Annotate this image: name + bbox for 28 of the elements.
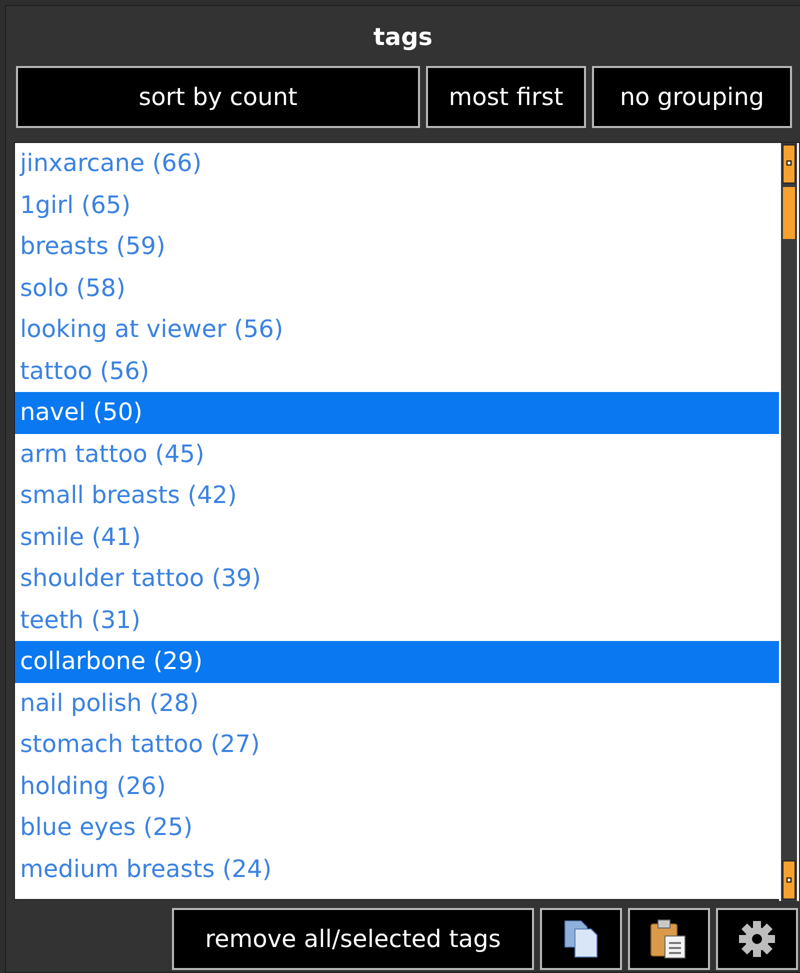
tag-item[interactable]: arm tattoo (45) bbox=[15, 434, 779, 475]
tag-item[interactable]: looking at viewer (56) bbox=[15, 309, 779, 350]
sort-option-button[interactable]: sort by count bbox=[16, 66, 420, 128]
tag-item[interactable]: small breasts (42) bbox=[15, 475, 779, 516]
tag-item[interactable]: stomach tattoo (27) bbox=[15, 724, 779, 766]
paste-button[interactable] bbox=[628, 908, 710, 970]
tag-item[interactable]: 1girl (65) bbox=[15, 184, 779, 226]
tag-item[interactable]: solo (58) bbox=[15, 268, 779, 309]
scrollbar-drawing[interactable] bbox=[779, 143, 799, 901]
settings-icon bbox=[736, 918, 778, 960]
remove-tags-button[interactable]: remove all/selected tags bbox=[172, 908, 534, 970]
tag-item[interactable]: holding (26) bbox=[15, 766, 779, 807]
tag-item[interactable]: smile (41) bbox=[15, 516, 779, 558]
tag-item[interactable]: breasts (59) bbox=[15, 226, 779, 268]
sort-option-button[interactable]: most first bbox=[426, 66, 586, 128]
tag-item[interactable]: teeth (31) bbox=[15, 600, 779, 641]
tag-item[interactable]: jinxarcane (66) bbox=[15, 143, 779, 184]
tag-item[interactable]: medium breasts (24) bbox=[15, 848, 779, 890]
sort-option-button[interactable]: no grouping bbox=[592, 66, 792, 128]
tag-item[interactable]: collarbone (29) bbox=[15, 641, 779, 682]
tag-item[interactable]: blue eyes (25) bbox=[15, 807, 779, 848]
tag-item[interactable]: nail polish (28) bbox=[15, 682, 779, 724]
tag-item[interactable]: tattoo (56) bbox=[15, 350, 779, 392]
tag-item[interactable]: shoulder tattoo (39) bbox=[15, 558, 779, 600]
tag-item[interactable]: navel (50) bbox=[15, 392, 779, 434]
copy-button[interactable] bbox=[540, 908, 622, 970]
panel-title: tags bbox=[372, 22, 434, 53]
settings-button[interactable] bbox=[716, 908, 798, 970]
